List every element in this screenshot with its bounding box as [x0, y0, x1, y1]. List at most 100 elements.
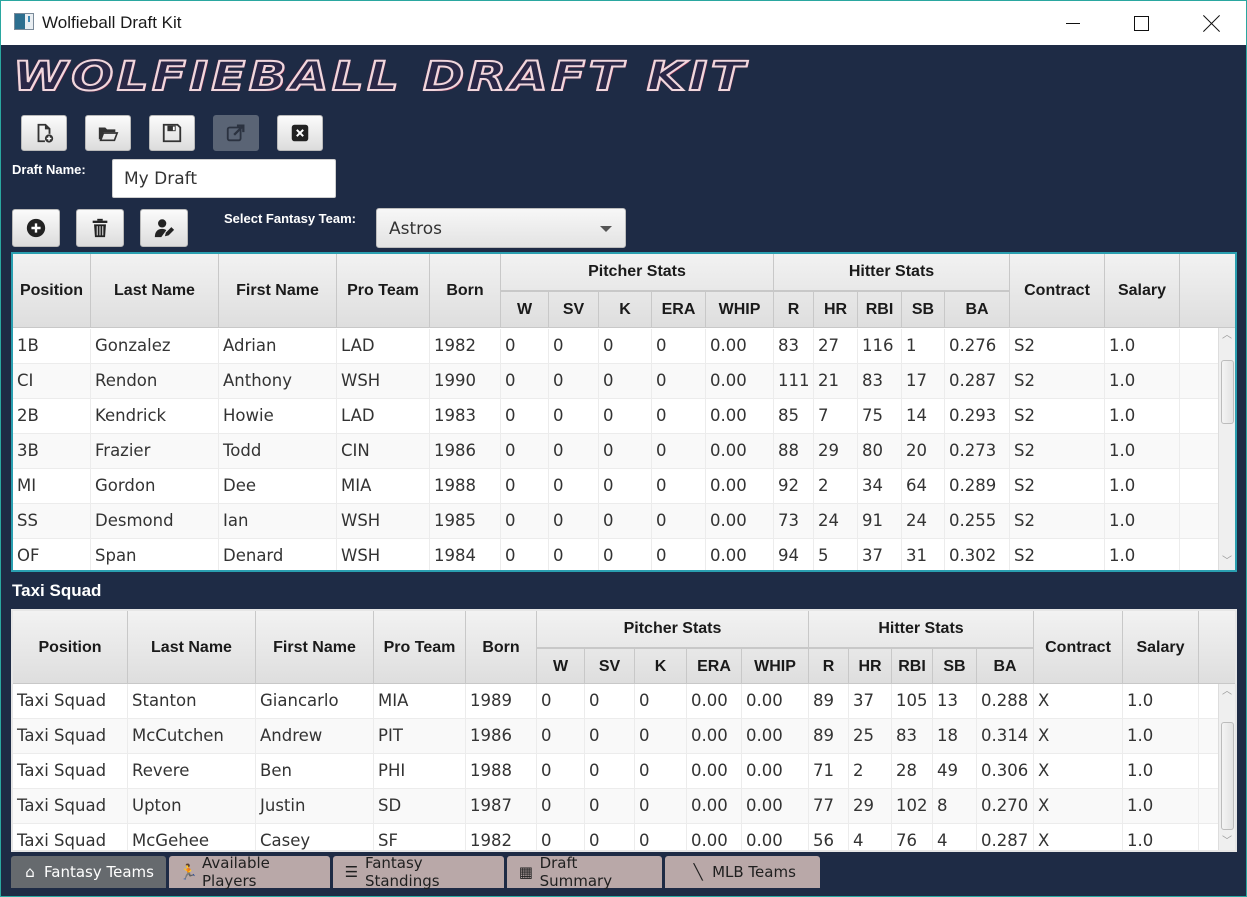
cell-salary: 1.0	[1123, 719, 1199, 754]
table-row[interactable]: Taxi Squad Stanton Giancarlo MIA 1989 0 0 0 0.00…	[13, 684, 1218, 719]
column-header-rbi[interactable]: RBI	[858, 291, 902, 328]
column-header-contract[interactable]: Contract	[1010, 254, 1105, 328]
column-header-last-name[interactable]: Last Name	[128, 611, 256, 684]
vertical-scrollbar[interactable]: ︿ ﹀	[1218, 684, 1235, 850]
column-header-last-name[interactable]: Last Name	[91, 254, 219, 328]
tab-draft-summary[interactable]: ▦ Draft Summary	[507, 854, 662, 890]
column-header-whip[interactable]: WHIP	[706, 291, 774, 328]
edit-team-button[interactable]	[140, 209, 188, 247]
cell-filler	[1180, 469, 1218, 504]
export-draft-button[interactable]	[213, 115, 259, 151]
close-icon	[1203, 14, 1221, 32]
table-row[interactable]: SS Desmond Ian WSH 1985 0 0 0 0 0.00 73 24 91 24 0.255…	[13, 504, 1218, 539]
table-row[interactable]: MI Gordon Dee MIA 1988 0 0 0 0 0.00 92 2 34 64 0.289 S2…	[13, 469, 1218, 504]
selected-team-value: Astros	[389, 219, 443, 239]
plus-circle-icon	[26, 218, 46, 238]
column-header-w[interactable]: W	[537, 648, 585, 684]
tab-label: Draft Summary	[539, 854, 613, 890]
column-header-ba[interactable]: BA	[977, 648, 1034, 684]
cell-k: 0	[635, 684, 687, 719]
cell-filler	[1180, 504, 1218, 539]
tab-mlb-teams[interactable]: ╲ MLB Teams	[665, 856, 820, 888]
exit-button[interactable]	[277, 115, 323, 151]
column-header-position[interactable]: Position	[13, 254, 91, 328]
column-header-contract[interactable]: Contract	[1034, 611, 1123, 684]
column-header-pro-team[interactable]: Pro Team	[337, 254, 430, 328]
column-header-first-name[interactable]: First Name	[219, 254, 337, 328]
column-header-salary[interactable]: Salary	[1105, 254, 1180, 328]
column-header-sv[interactable]: SV	[585, 648, 635, 684]
draft-name-input[interactable]: My Draft	[112, 159, 336, 198]
column-header-salary[interactable]: Salary	[1123, 611, 1199, 684]
table-row[interactable]: 1B Gonzalez Adrian LAD 1982 0 0 0 0 0.00 83 27 116 1 0…	[13, 329, 1218, 364]
tab-available-players[interactable]: 🏃 Available Players	[169, 854, 330, 890]
cell-salary: 1.0	[1105, 504, 1180, 539]
cell-r: 88	[774, 434, 814, 469]
column-header-r[interactable]: R	[809, 648, 849, 684]
cell-pro-team: SD	[374, 789, 466, 824]
table-row[interactable]: Taxi Squad McGehee Casey SF 1982 0 0 0 0.00 0.00 5…	[13, 824, 1218, 850]
table-row[interactable]: Taxi Squad Revere Ben PHI 1988 0 0 0 0.00 0.00 71 2…	[13, 754, 1218, 789]
cell-born: 1988	[430, 469, 501, 504]
column-header-position[interactable]: Position	[13, 611, 128, 684]
table-row[interactable]: OF Span Denard WSH 1984 0 0 0 0 0.00 94 5 37 31 0.302 S…	[13, 539, 1218, 570]
column-header-ba[interactable]: BA	[945, 291, 1010, 328]
cell-last-name: Revere	[128, 754, 256, 789]
column-header-sv[interactable]: SV	[549, 291, 599, 328]
cell-last-name: McCutchen	[128, 719, 256, 754]
table-row[interactable]: 3B Frazier Todd CIN 1986 0 0 0 0 0.00 88 29 80 20 0.27…	[13, 434, 1218, 469]
column-header-pro-team[interactable]: Pro Team	[374, 611, 466, 684]
add-team-button[interactable]	[12, 209, 60, 247]
cell-first-name: Denard	[219, 539, 337, 570]
column-header-hr[interactable]: HR	[849, 648, 892, 684]
cell-r: 73	[774, 504, 814, 539]
scrollbar-thumb[interactable]	[1221, 722, 1234, 830]
bottom-tab-bar: ⌂ Fantasy Teams 🏃 Available Players ☰ Fantasy…	[11, 854, 823, 890]
cell-sv: 0	[585, 824, 635, 850]
remove-team-button[interactable]	[76, 209, 124, 247]
list-icon: ☰	[344, 863, 359, 881]
maximize-button[interactable]	[1106, 1, 1176, 45]
cell-r: 56	[809, 824, 849, 850]
vertical-scrollbar[interactable]: ︿ ﹀	[1218, 328, 1235, 570]
minimize-button[interactable]	[1038, 1, 1108, 45]
tab-fantasy-standings[interactable]: ☰ Fantasy Standings	[333, 854, 504, 890]
column-header-hr[interactable]: HR	[814, 291, 858, 328]
save-draft-button[interactable]	[149, 115, 195, 151]
table-row[interactable]: 2B Kendrick Howie LAD 1983 0 0 0 0 0.00 85 7 75 14 0.2…	[13, 399, 1218, 434]
column-header-sb[interactable]: SB	[902, 291, 945, 328]
draft-name-label: Draft Name:	[12, 162, 86, 177]
cell-sv: 0	[549, 434, 599, 469]
scroll-up-icon[interactable]: ︿	[1219, 328, 1235, 344]
column-header-k[interactable]: K	[599, 291, 652, 328]
column-header-w[interactable]: W	[501, 291, 549, 328]
column-header-sb[interactable]: SB	[933, 648, 977, 684]
cell-hr: 29	[814, 434, 858, 469]
scroll-down-icon[interactable]: ﹀	[1219, 834, 1235, 850]
column-header-era[interactable]: ERA	[687, 648, 742, 684]
new-draft-button[interactable]	[21, 115, 67, 151]
scrollbar-thumb[interactable]	[1221, 360, 1234, 424]
fantasy-team-select[interactable]: Astros	[376, 208, 626, 248]
table-row[interactable]: Taxi Squad Upton Justin SD 1987 0 0 0 0.00 0.00 77…	[13, 789, 1218, 824]
column-header-era[interactable]: ERA	[652, 291, 706, 328]
table-row[interactable]: CI Rendon Anthony WSH 1990 0 0 0 0 0.00 111 21 83 17 0…	[13, 364, 1218, 399]
column-header-rbi[interactable]: RBI	[892, 648, 933, 684]
cell-sv: 0	[585, 789, 635, 824]
cell-rbi: 91	[858, 504, 902, 539]
table-row[interactable]: Taxi Squad McCutchen Andrew PIT 1986 0 0 0 0.00 0…	[13, 719, 1218, 754]
column-header-born[interactable]: Born	[466, 611, 537, 684]
open-draft-button[interactable]	[85, 115, 131, 151]
column-header-r[interactable]: R	[774, 291, 814, 328]
minimize-icon	[1066, 22, 1080, 24]
scroll-up-icon[interactable]: ︿	[1219, 684, 1235, 700]
column-header-k[interactable]: K	[635, 648, 687, 684]
scroll-down-icon[interactable]: ﹀	[1219, 554, 1235, 570]
close-window-button[interactable]	[1177, 1, 1247, 45]
cell-k: 0	[599, 539, 652, 570]
cell-w: 0	[537, 754, 585, 789]
column-header-first-name[interactable]: First Name	[256, 611, 374, 684]
tab-fantasy-teams[interactable]: ⌂ Fantasy Teams	[11, 856, 166, 888]
column-header-born[interactable]: Born	[430, 254, 501, 328]
column-header-whip[interactable]: WHIP	[742, 648, 809, 684]
